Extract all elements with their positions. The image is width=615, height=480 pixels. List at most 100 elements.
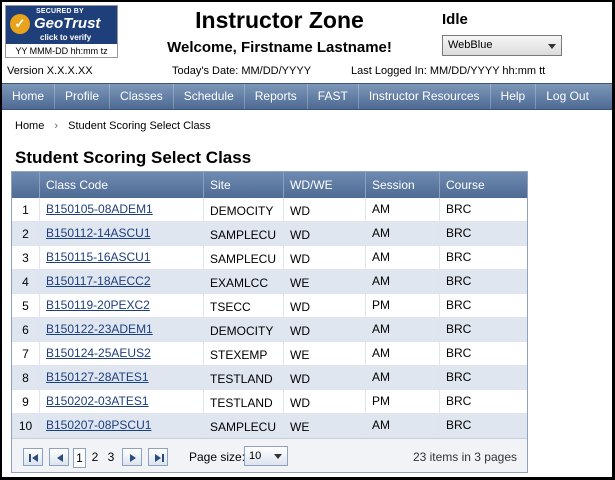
table-row: 8 B150127-28ATES1 TESTLAND WD AM BRC — [12, 366, 527, 390]
first-page-icon — [29, 454, 38, 462]
seal-banner: ✓ SECURED BY GeoTrust click to verify — [6, 6, 117, 44]
row-index: 10 — [12, 414, 40, 437]
class-code-cell: B150105-08ADEM1 — [40, 198, 204, 221]
nav-profile[interactable]: Profile — [55, 84, 111, 109]
breadcrumb-home[interactable]: Home — [15, 120, 44, 132]
status-label: Idle — [442, 11, 468, 28]
nav-classes[interactable]: Classes — [110, 84, 174, 109]
column-header-session[interactable]: Session — [366, 172, 440, 198]
table-row: 9 B150202-03ATES1 TESTLAND WD PM BRC — [12, 390, 527, 414]
nav-help[interactable]: Help — [491, 84, 537, 109]
session-cell: AM — [366, 342, 440, 365]
column-header-class-code[interactable]: Class Code — [40, 172, 204, 198]
table-row: 4 B150117-18AECC2 EXAMLCC WE AM BRC — [12, 270, 527, 294]
table-row: 7 B150124-25AEUS2 STEXEMP WE AM BRC — [12, 342, 527, 366]
class-code-link[interactable]: B150202-03ATES1 — [46, 394, 149, 408]
course-cell: BRC — [446, 346, 472, 360]
site-cell: SAMPLECU — [204, 414, 284, 437]
next-page-icon — [130, 454, 136, 462]
class-code-link[interactable]: B150119-20PEXC2 — [46, 298, 150, 312]
class-code-link[interactable]: B150112-14ASCU1 — [46, 226, 151, 240]
site-cell: EXAMLCC — [204, 270, 284, 293]
table-row: 2 B150112-14ASCU1 SAMPLECU WD AM BRC — [12, 222, 527, 246]
course-cell: BRC — [446, 418, 472, 432]
table-row: 3 B150115-16ASCU1 SAMPLECU WD AM BRC — [12, 246, 527, 270]
theme-select[interactable]: WebBlue — [442, 35, 562, 56]
class-code-link[interactable]: B150122-23ADEM1 — [46, 322, 153, 336]
row-index: 1 — [12, 198, 40, 221]
seal-date: YY MMM-DD hh:mm tz — [15, 46, 108, 56]
class-code-cell: B150119-20PEXC2 — [40, 294, 204, 317]
prev-page-button[interactable] — [49, 448, 69, 466]
page-size-label: Page size: — [189, 450, 246, 464]
site-cell: TESTLAND — [204, 390, 284, 413]
class-code-link[interactable]: B150117-18AECC2 — [46, 274, 151, 288]
wd-we-cell: WE — [284, 414, 366, 437]
page-number-current[interactable]: 1 — [73, 448, 86, 468]
nav-fast[interactable]: FAST — [308, 84, 359, 109]
row-index: 7 — [12, 342, 40, 365]
class-code-cell: B150127-28ATES1 — [40, 366, 204, 389]
breadcrumb: Home › Student Scoring Select Class — [15, 120, 211, 132]
session-cell: AM — [366, 414, 440, 437]
pager: 1 2 3 Page size: 10 23 items in 3 pages — [12, 438, 527, 472]
table-row: 5 B150119-20PEXC2 TSECC WD PM BRC — [12, 294, 527, 318]
nav-instructor-resources[interactable]: Instructor Resources — [359, 84, 491, 109]
wd-we-cell: WD — [284, 294, 366, 317]
class-code-link[interactable]: B150127-28ATES1 — [46, 370, 149, 384]
wd-we-cell: WD — [284, 366, 366, 389]
table-row: 10 B150207-08PSCU1 SAMPLECU WE AM BRC — [12, 414, 527, 438]
site-cell: DEMOCITY — [204, 318, 284, 341]
site-cell: TSECC — [204, 294, 284, 317]
class-grid: Class Code Site WD/WE Session Course 1 B… — [11, 171, 528, 473]
nav-log-out[interactable]: Log Out — [536, 84, 599, 109]
page-number[interactable]: 3 — [106, 448, 116, 466]
class-code-cell: B150115-16ASCU1 — [40, 246, 204, 269]
site-cell: SAMPLECU — [204, 222, 284, 245]
row-index: 9 — [12, 390, 40, 413]
column-header-course[interactable]: Course — [440, 172, 527, 198]
class-code-cell: B150117-18AECC2 — [40, 270, 204, 293]
session-cell: AM — [366, 198, 440, 221]
class-code-cell: B150207-08PSCU1 — [40, 414, 204, 437]
page-title: Student Scoring Select Class — [15, 148, 252, 167]
site-cell: SAMPLECU — [204, 246, 284, 269]
row-index: 6 — [12, 318, 40, 341]
nav-home[interactable]: Home — [2, 84, 56, 109]
page-size-value: 10 — [249, 450, 262, 462]
next-page-button[interactable] — [122, 448, 142, 466]
column-header-site[interactable]: Site — [204, 172, 284, 198]
page-number[interactable]: 2 — [90, 448, 100, 466]
geotrust-seal[interactable]: ✓ SECURED BY GeoTrust click to verify YY… — [5, 5, 118, 58]
breadcrumb-current: Student Scoring Select Class — [68, 120, 211, 132]
grid-header: Class Code Site WD/WE Session Course — [12, 172, 527, 198]
course-cell: BRC — [446, 250, 472, 264]
page-size-select[interactable]: 10 — [244, 446, 288, 466]
class-code-link[interactable]: B150115-16ASCU1 — [46, 250, 151, 264]
site-cell: STEXEMP — [204, 342, 284, 365]
session-cell: PM — [366, 294, 440, 317]
class-code-link[interactable]: B150207-08PSCU1 — [46, 418, 151, 432]
course-cell: BRC — [446, 298, 472, 312]
wd-we-cell: WE — [284, 342, 366, 365]
column-header-index — [12, 172, 40, 198]
nav-schedule[interactable]: Schedule — [174, 84, 245, 109]
course-cell: BRC — [446, 394, 472, 408]
seal-verify-link[interactable]: click to verify — [40, 33, 91, 42]
nav-reports[interactable]: Reports — [245, 84, 308, 109]
column-header-wd-we[interactable]: WD/WE — [284, 172, 366, 198]
class-code-link[interactable]: B150124-25AEUS2 — [46, 346, 151, 360]
course-cell: BRC — [446, 322, 472, 336]
app-title: Instructor Zone — [195, 7, 364, 33]
wd-we-cell: WD — [284, 318, 366, 341]
class-code-cell: B150202-03ATES1 — [40, 390, 204, 413]
first-page-button[interactable] — [23, 448, 43, 466]
class-code-cell: B150124-25AEUS2 — [40, 342, 204, 365]
class-code-link[interactable]: B150105-08ADEM1 — [46, 202, 153, 216]
last-page-button[interactable] — [148, 448, 168, 466]
course-cell: BRC — [446, 370, 472, 384]
session-cell: AM — [366, 366, 440, 389]
site-cell: DEMOCITY — [204, 198, 284, 221]
session-cell: AM — [366, 246, 440, 269]
session-cell: AM — [366, 270, 440, 293]
